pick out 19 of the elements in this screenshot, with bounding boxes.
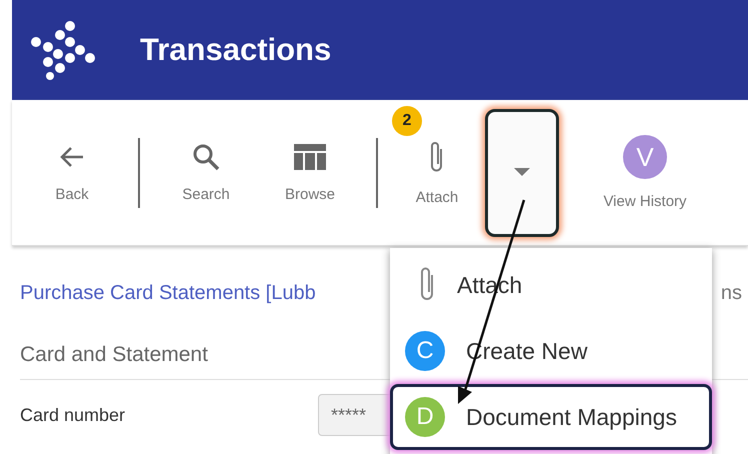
field-label: Card number bbox=[20, 404, 126, 426]
toolbar-button[interactable]: V View History bbox=[585, 128, 705, 218]
section-heading: Card and Statement bbox=[20, 343, 208, 367]
breadcrumb-link[interactable]: Purchase Card Statements [Lubb bbox=[20, 282, 316, 305]
menu-item[interactable]: D Document Mappings bbox=[390, 384, 712, 450]
dropdown-toggle[interactable] bbox=[485, 108, 559, 236]
avatar-icon: C bbox=[405, 331, 445, 371]
dots-logo-icon bbox=[30, 20, 96, 80]
breadcrumb-text: ns bbox=[720, 282, 742, 305]
toolbar-button[interactable]: Back bbox=[20, 128, 124, 218]
caret-icon bbox=[514, 168, 530, 178]
search-icon bbox=[191, 142, 221, 172]
page-title: Transactions bbox=[140, 32, 332, 68]
table-icon bbox=[293, 142, 327, 172]
avatar-icon: V bbox=[623, 135, 667, 179]
avatar-icon: D bbox=[405, 397, 445, 437]
count-badge: 2 bbox=[392, 106, 422, 136]
toolbar-button[interactable]: Browse bbox=[258, 128, 362, 218]
toolbar-button[interactable]: Search bbox=[154, 128, 258, 218]
